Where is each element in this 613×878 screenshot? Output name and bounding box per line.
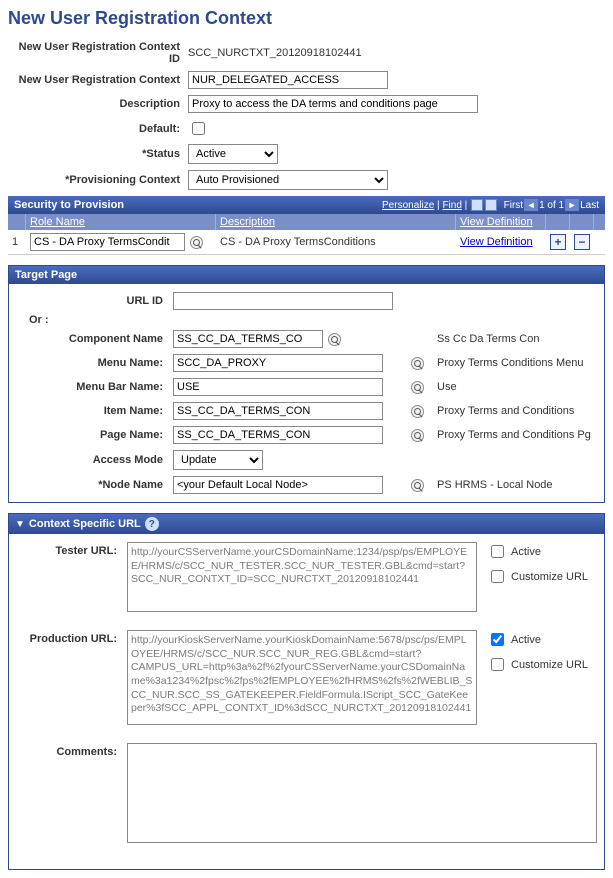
default-label: Default:: [8, 123, 188, 135]
production-customize-label: Customize URL: [511, 659, 588, 671]
description-input[interactable]: [188, 95, 478, 113]
context-input[interactable]: [188, 71, 388, 89]
page-label: Page Name:: [17, 429, 167, 441]
item-input[interactable]: [173, 402, 383, 420]
lookup-icon[interactable]: [190, 236, 203, 249]
page-desc: Proxy Terms and Conditions Pg: [431, 429, 596, 441]
col-role-name[interactable]: Role Name: [30, 216, 85, 228]
target-page-title: Target Page: [15, 269, 77, 281]
menu-label: Menu Name:: [17, 357, 167, 369]
production-url-box[interactable]: http://yourKioskServerName.yourKioskDoma…: [127, 630, 477, 725]
grid-header: Role Name Description View Definition: [8, 214, 605, 230]
add-row-button[interactable]: +: [550, 234, 566, 250]
item-desc: Proxy Terms and Conditions: [431, 405, 596, 417]
nav-prev-icon[interactable]: ◄: [524, 199, 538, 211]
node-input[interactable]: [173, 476, 383, 494]
view-all-icon[interactable]: [471, 199, 483, 211]
node-desc: PS HRMS - Local Node: [431, 479, 596, 491]
context-url-section: ▼ Context Specific URL ? Tester URL: htt…: [8, 513, 605, 870]
tester-active-label: Active: [511, 546, 541, 558]
component-label: Component Name: [17, 333, 167, 345]
delete-row-button[interactable]: −: [574, 234, 590, 250]
page-title: New User Registration Context: [8, 8, 605, 29]
component-input[interactable]: [173, 330, 323, 348]
col-description[interactable]: Description: [220, 216, 275, 228]
comments-label: Comments:: [17, 743, 117, 758]
nav-count: 1 of 1: [539, 200, 564, 211]
lookup-icon[interactable]: [411, 429, 424, 442]
lookup-icon[interactable]: [411, 357, 424, 370]
menu-desc: Proxy Terms Conditions Menu: [431, 357, 596, 369]
context-url-title: Context Specific URL: [29, 518, 141, 530]
context-label: New User Registration Context: [8, 74, 188, 86]
security-section-bar: Security to Provision Personalize | Find…: [8, 196, 605, 214]
production-active-checkbox[interactable]: [491, 633, 504, 646]
provisioning-label: *Provisioning Context: [8, 174, 188, 186]
nav-last[interactable]: Last: [580, 200, 599, 211]
lookup-icon[interactable]: [411, 405, 424, 418]
lookup-icon[interactable]: [411, 381, 424, 394]
target-page-bar: Target Page: [9, 266, 604, 284]
header-form: New User Registration Context ID SCC_NUR…: [8, 41, 605, 190]
default-checkbox[interactable]: [192, 122, 205, 135]
menubar-input[interactable]: [173, 378, 383, 396]
view-definition-link[interactable]: View Definition: [460, 236, 533, 248]
page-input[interactable]: [173, 426, 383, 444]
access-select[interactable]: Update: [173, 450, 263, 470]
tester-url-label: Tester URL:: [17, 542, 117, 557]
menubar-desc: Use: [431, 381, 596, 393]
production-customize-checkbox[interactable]: [491, 658, 504, 671]
context-id-label: New User Registration Context ID: [8, 41, 188, 65]
tester-customize-checkbox[interactable]: [491, 570, 504, 583]
collapse-icon[interactable]: ▼: [15, 519, 25, 530]
tester-customize-label: Customize URL: [511, 571, 588, 583]
url-id-input[interactable]: [173, 292, 393, 310]
production-active-label: Active: [511, 634, 541, 646]
node-label: *Node Name: [17, 479, 167, 491]
security-title: Security to Provision: [14, 199, 124, 211]
download-icon[interactable]: [485, 199, 497, 211]
lookup-icon[interactable]: [328, 333, 341, 346]
role-name-input[interactable]: [30, 233, 185, 251]
item-label: Item Name:: [17, 405, 167, 417]
personalize-link[interactable]: Personalize: [382, 200, 434, 211]
production-url-label: Production URL:: [17, 630, 117, 645]
table-row: 1 CS - DA Proxy TermsConditions View Def…: [8, 230, 605, 255]
url-id-label: URL ID: [17, 295, 167, 307]
provisioning-select[interactable]: Auto Provisioned: [188, 170, 388, 190]
status-select[interactable]: Active: [188, 144, 278, 164]
target-page-section: Target Page URL ID Or : Component Name S…: [8, 265, 605, 503]
status-label: *Status: [8, 148, 188, 160]
comments-input[interactable]: [127, 743, 597, 843]
context-url-bar[interactable]: ▼ Context Specific URL ?: [9, 514, 604, 534]
tester-url-box[interactable]: http://yourCSServerName.yourCSDomainName…: [127, 542, 477, 612]
menu-input[interactable]: [173, 354, 383, 372]
nav-first[interactable]: First: [504, 200, 523, 211]
nav-next-icon[interactable]: ►: [565, 199, 579, 211]
find-link[interactable]: Find: [442, 200, 461, 211]
col-view-def[interactable]: View Definition: [460, 216, 533, 228]
row-index: 1: [8, 233, 26, 251]
tester-active-checkbox[interactable]: [491, 545, 504, 558]
row-description: CS - DA Proxy TermsConditions: [216, 233, 456, 251]
or-label: Or :: [9, 310, 604, 330]
lookup-icon[interactable]: [411, 479, 424, 492]
help-icon[interactable]: ?: [145, 517, 159, 531]
description-label: Description: [8, 98, 188, 110]
component-desc: Ss Cc Da Terms Con: [431, 333, 596, 345]
access-label: Access Mode: [17, 454, 167, 466]
menubar-label: Menu Bar Name:: [17, 381, 167, 393]
context-id-value: SCC_NURCTXT_20120918102441: [188, 47, 605, 59]
